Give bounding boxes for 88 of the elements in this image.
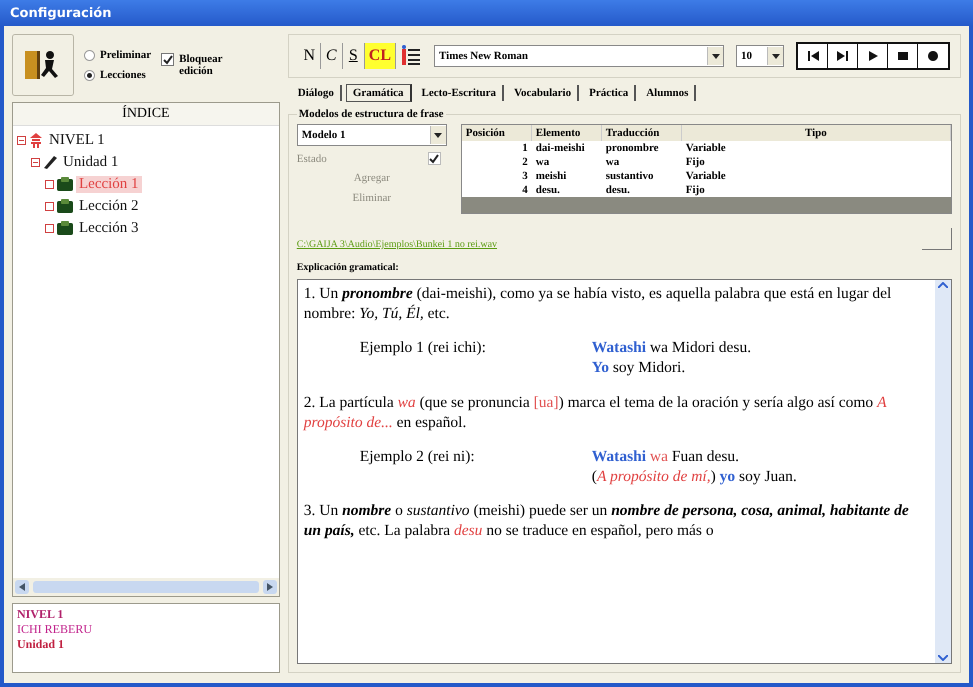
tab[interactable]: Vocabulario (508, 85, 580, 101)
book-icon (56, 176, 74, 192)
tree-item[interactable]: Lección 2 (76, 198, 142, 214)
checkmark-icon (162, 54, 173, 64)
caret-icon (712, 54, 720, 58)
example-label: Ejemplo 1 (rei ichi): (360, 338, 487, 358)
format-button[interactable]: C (320, 43, 343, 69)
table-cell-text: dai-meishi (534, 141, 586, 155)
table-cell-text: meishi (534, 169, 568, 183)
browse-button[interactable] (922, 228, 952, 250)
expander-icon[interactable] (45, 180, 54, 188)
table-cell-text: 4 (521, 183, 529, 197)
table-cell-text: Variable (684, 169, 727, 183)
tab[interactable]: Alumnos (640, 85, 696, 101)
checkmark-icon (429, 154, 440, 164)
example-sentence: Yo soy Midori. (592, 358, 686, 378)
example-sentence: Watashi wa Midori desu. (592, 338, 752, 358)
table-cell-text: Variable (684, 141, 727, 155)
column-header[interactable]: Elemento (532, 125, 602, 141)
font-dropdown[interactable]: Times New Roman (434, 45, 724, 67)
record-button[interactable] (918, 44, 948, 68)
paragraph: 3. Un nombre o sustantivo (meishi) puede ser un nombre de persona, cosa, animal, habitante de un país, etc. La palabra desu no se traduce en español, pero más o (304, 501, 910, 542)
pagoda-icon (28, 132, 44, 148)
mode-radio[interactable]: Preliminar (84, 49, 152, 61)
size-dropdown[interactable]: 10 (736, 45, 784, 67)
tab[interactable]: Práctica (583, 85, 636, 101)
table-cell-text: 2 (521, 155, 529, 169)
example-sentence: Watashi wa Fuan desu. (592, 446, 740, 467)
explanation-label: Explicación gramatical: (296, 262, 400, 273)
list-icon (400, 45, 422, 67)
book-icon (56, 198, 74, 214)
column-header[interactable]: Posición (462, 125, 532, 141)
vertical-scrollbar[interactable] (935, 280, 951, 663)
table-cell-text: pronombre (604, 141, 660, 155)
exit-button[interactable] (12, 34, 74, 96)
window-title: Configuración (0, 0, 973, 26)
caret-icon (772, 54, 780, 58)
table-cell-text: Fijo (684, 155, 706, 169)
info-text: NIVEL 1 (17, 607, 64, 622)
paragraph: 2. La partícula wa (que se pronuncia [ua]) marca el tema de la oración y sería algo así como A propósito de... en español. (304, 392, 888, 433)
expander-icon[interactable] (31, 158, 40, 166)
paragraph: 1. Un pronombre (dai-meishi), como ya se había visto, es aquella palabra que está en lugar del nombre: Yo, Tú, Él, etc. (304, 284, 892, 324)
book-icon (56, 220, 74, 236)
format-button[interactable]: CL (364, 43, 396, 69)
tab[interactable]: Gramática (346, 84, 412, 102)
scroll-up-icon (938, 282, 948, 288)
table-cell-text: sustantivo (604, 169, 654, 183)
example-sentence: (A propósito de mí,) yo soy Juan. (592, 466, 797, 487)
group-title: Modelos de estructura de frase (298, 108, 445, 120)
info-text: ICHI REBERU (17, 622, 93, 637)
expander-icon[interactable] (17, 136, 26, 144)
scroll-right-icon (266, 583, 273, 591)
column-header[interactable]: Traducción (602, 125, 682, 141)
explanation-text-area[interactable] (296, 279, 952, 664)
table-cell-text: wa (534, 155, 550, 169)
example-label: Ejemplo 2 (rei ni): (360, 446, 476, 467)
table-cell-text: wa (604, 155, 620, 169)
table-cell-text: Fijo (684, 183, 706, 197)
tree-item[interactable]: NIVEL 1 (46, 132, 108, 148)
format-button[interactable]: N (298, 43, 321, 69)
table-cell-text: desu. (604, 183, 631, 197)
column-header[interactable]: Tipo (682, 125, 951, 141)
horizontal-scrollbar[interactable] (13, 578, 279, 596)
skip-forward-button[interactable] (828, 44, 858, 68)
expander-icon[interactable] (45, 224, 54, 232)
caret-icon (434, 132, 442, 138)
skip-back-button[interactable] (798, 44, 828, 68)
tab[interactable]: Lecto-Escritura (416, 85, 504, 101)
lock-edit-checkbox[interactable]: Bloquear edición (161, 53, 242, 77)
tree-item[interactable]: Unidad 1 (60, 154, 122, 170)
brush-icon (42, 154, 58, 170)
state-label: Estado (296, 152, 327, 164)
tree-item[interactable]: Lección 3 (76, 220, 142, 236)
stop-button[interactable] (888, 44, 918, 68)
skip-forward-icon (834, 48, 850, 64)
expander-icon[interactable] (45, 202, 54, 210)
record-icon (925, 48, 941, 64)
table-cell-text: 3 (521, 169, 529, 183)
table-cell-text: desu. (534, 183, 561, 197)
info-text: Unidad 1 (17, 637, 66, 652)
index-header: ÍNDICE (13, 103, 279, 126)
play-button[interactable] (858, 44, 888, 68)
scroll-left-icon (19, 583, 25, 591)
tab[interactable]: Diálogo (292, 85, 342, 101)
model-dropdown[interactable]: Modelo 1 (296, 124, 447, 146)
scroll-down-icon (938, 655, 948, 661)
table-cell-text: 1 (521, 141, 529, 155)
mode-radio[interactable]: Lecciones (84, 69, 152, 81)
